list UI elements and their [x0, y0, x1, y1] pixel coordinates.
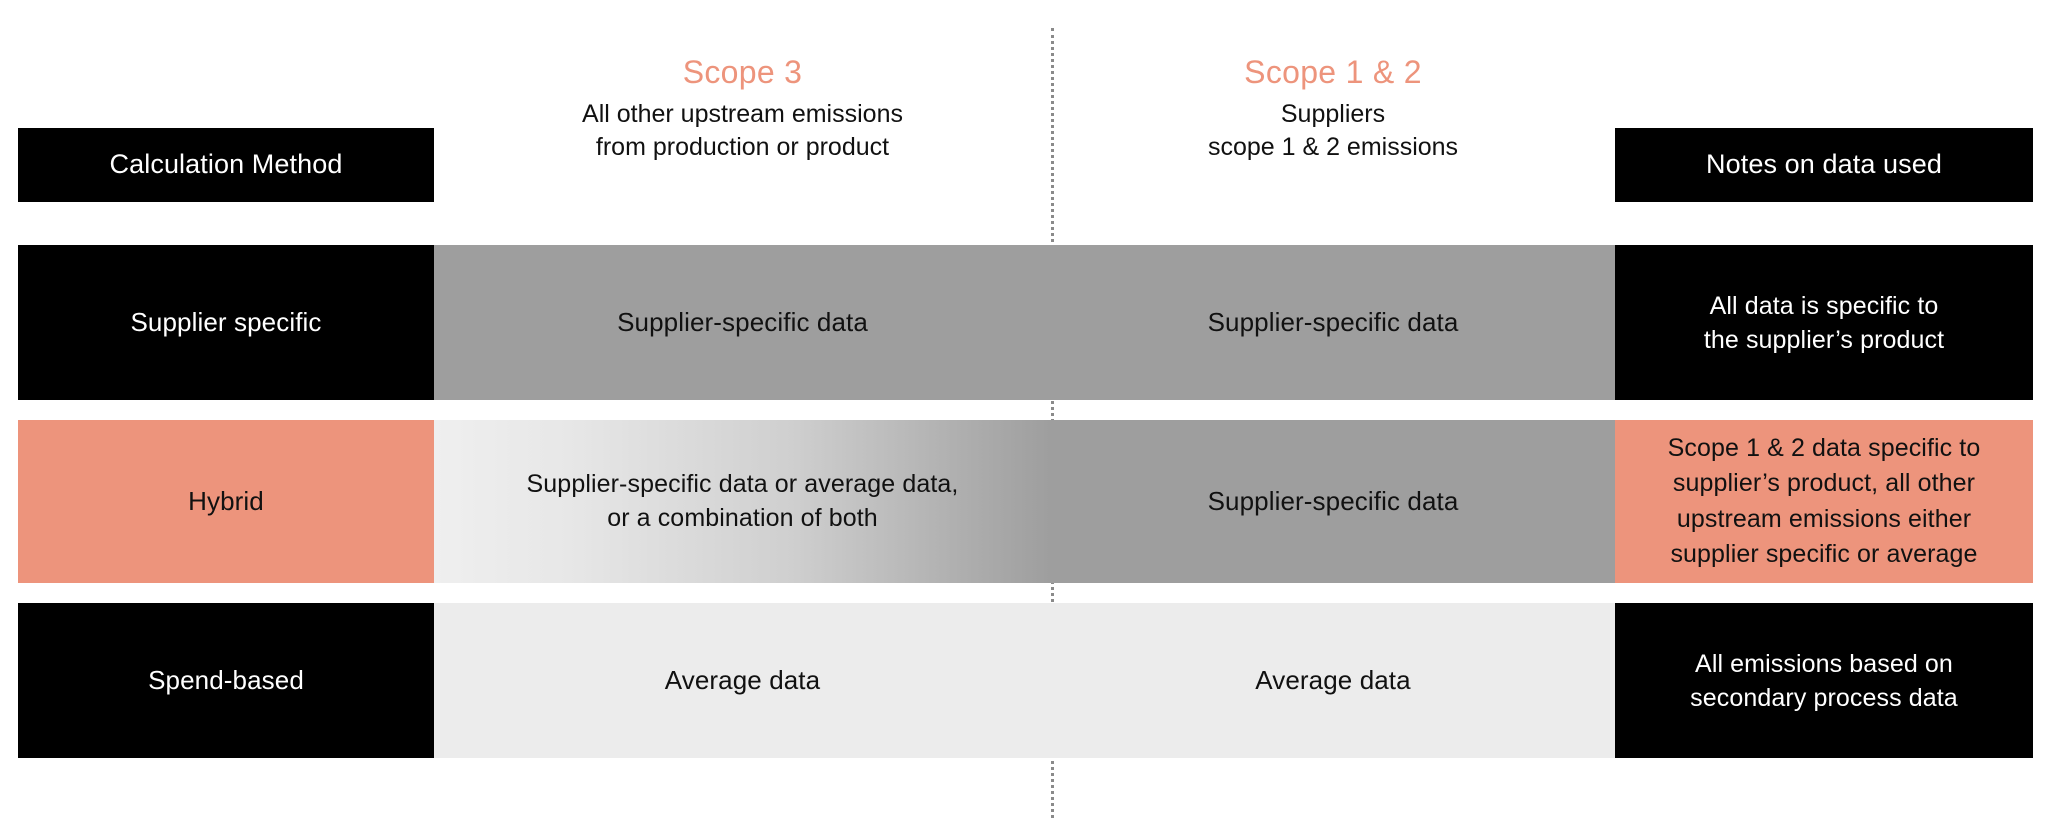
table-cell-scope12-spend-based: Average data	[1051, 603, 1615, 758]
header-scope-1-2-subtitle-line-2: scope 1 & 2 emissions	[1207, 133, 1459, 161]
table-row-method-supplier-specific: Supplier specific	[18, 245, 434, 400]
table-cell-notes-spend-based: All emissions based on secondary process…	[1615, 603, 2033, 758]
notes-line-2: supplier’s product, all other	[1672, 469, 1976, 497]
table-cell-scope12-hybrid: Supplier-specific data	[1051, 420, 1615, 583]
notes-line-1: Scope 1 & 2 data specific to	[1667, 433, 1981, 462]
header-notes-on-data-used: Notes on data used	[1615, 128, 2033, 202]
header-scope-3-subtitle-line-2: from production or product	[595, 133, 890, 161]
notes-line-3: upstream emissions either	[1676, 504, 1972, 533]
table-row-method-spend-based: Spend-based	[18, 603, 434, 758]
notes-line-2: secondary process data	[1690, 683, 1958, 712]
diagram-canvas: Calculation Method Scope 3 All other ups…	[0, 0, 2048, 839]
table-cell-scope3-supplier-specific: Supplier-specific data	[434, 245, 1051, 400]
header-scope-3-title: Scope 3	[682, 54, 803, 90]
header-scope-3-subtitle: All other upstream emissions from produc…	[434, 98, 1051, 164]
notes-line-4: supplier specific or average	[1670, 540, 1978, 568]
scope3-hybrid-line-1: Supplier-specific data or average data,	[526, 470, 959, 498]
table-row-method-hybrid: Hybrid	[18, 420, 434, 583]
notes-line-1: All emissions based on	[1695, 649, 1953, 678]
scope3-hybrid-line-2: or a combination of both	[607, 503, 878, 532]
table-cell-scope3-hybrid: Supplier-specific data or average data, …	[434, 420, 1051, 583]
table-cell-scope3-spend-based: Average data	[434, 603, 1051, 758]
header-scope-3-subtitle-line-1: All other upstream emissions	[582, 100, 903, 128]
header-scope-1-2-subtitle: Suppliers scope 1 & 2 emissions	[1051, 98, 1615, 164]
notes-line-1: All data is specific to	[1709, 291, 1939, 320]
header-scope-1-2-subtitle-line-1: Suppliers	[1280, 100, 1386, 128]
notes-line-2: the supplier’s product	[1703, 325, 1945, 354]
table-cell-notes-supplier-specific: All data is specific to the supplier’s p…	[1615, 245, 2033, 400]
table-cell-notes-hybrid: Scope 1 & 2 data specific to supplier’s …	[1615, 420, 2033, 583]
table-cell-scope12-supplier-specific: Supplier-specific data	[1051, 245, 1615, 400]
header-calculation-method: Calculation Method	[18, 128, 434, 202]
header-scope-1-2-title: Scope 1 & 2	[1244, 54, 1422, 90]
